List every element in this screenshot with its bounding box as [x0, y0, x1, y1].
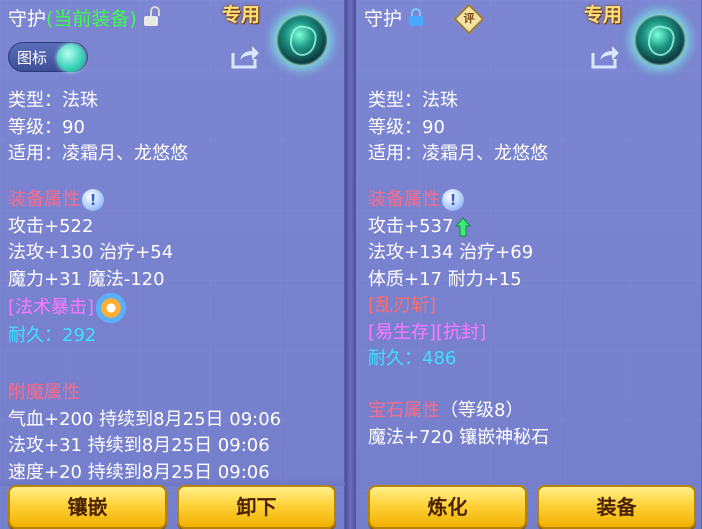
attr-line: 攻击+522 [8, 215, 94, 237]
inlay-button[interactable]: 镶嵌 [8, 485, 167, 529]
skill-red: [乱刃斩] [368, 295, 437, 316]
lock-icon[interactable] [408, 8, 424, 26]
gem-attributes: 宝石属性（等级8） 魔法+720 镶嵌神秘石 [368, 398, 549, 451]
info-icon[interactable]: ! [82, 189, 104, 211]
durability-value: 486 [422, 348, 457, 369]
refine-button[interactable]: 炼化 [368, 485, 527, 529]
equip-attributes: 装备属性! 攻击+522 法攻+130 治疗+54 魔力+31 魔法-120 [… [8, 187, 173, 350]
icon-toggle-label: 图标 [17, 48, 48, 67]
enchant-attributes: 附魔属性 气血+200 持续到8月25日 09:06 法攻+31 持续到8月25… [8, 380, 281, 486]
enchant-title: 附魔属性 [8, 382, 80, 403]
item-type: 类型：法珠 [8, 90, 98, 111]
title-slot: 守护 [364, 7, 403, 30]
item-applies: 适用：凌霜月、龙悠悠 [368, 143, 548, 164]
attr-line: 法攻+134 治疗+69 [368, 242, 534, 263]
compare-equipment-panel: 守护 评 专用 类型：法珠 等级：90 适用：凌霜月、龙悠悠 装备属性! 攻击+… [356, 0, 702, 529]
durability-label: 耐久： [368, 348, 422, 369]
attr-line: 魔力+31 魔法-120 [8, 268, 165, 290]
panel-divider [345, 0, 356, 529]
special-skill: [法术暴击] [8, 297, 95, 318]
item-level: 等级：90 [368, 116, 445, 138]
durability-label: 耐久： [8, 325, 62, 346]
attr-line: 法攻+130 治疗+54 [8, 242, 174, 263]
appraise-icon[interactable]: 评 [453, 3, 485, 35]
up-arrow-icon [455, 216, 472, 236]
gem-line: 魔法+720 镶嵌神秘石 [368, 426, 550, 448]
appraise-label: 评 [463, 12, 475, 25]
current-equipment-panel: 守护 (当前装备) 专用 图标 类型：法珠 等级：90 适用：凌霜月、龙悠悠 装… [0, 0, 345, 529]
enchant-line: 法攻+31 持续到8月25日 09:06 [8, 435, 270, 456]
info-icon[interactable]: ! [442, 189, 464, 211]
item-applies: 适用：凌霜月、龙悠悠 [8, 143, 188, 164]
equip-attributes: 装备属性! 攻击+537 法攻+134 治疗+69 体质+17 耐力+15 [乱… [368, 187, 533, 373]
item-basic-info: 类型：法珠 等级：90 适用：凌霜月、龙悠悠 [8, 88, 188, 168]
title-current-tag: (当前装备) [46, 7, 137, 30]
item-basic-info: 类型：法珠 等级：90 适用：凌霜月、龙悠悠 [368, 88, 548, 168]
gem-title: 宝石属性 [368, 400, 440, 421]
icon-toggle[interactable]: 图标 [8, 42, 88, 72]
item-type: 类型：法珠 [368, 90, 458, 111]
gem-level: （等级8） [440, 400, 524, 421]
attr-line: 攻击+537 [368, 215, 454, 237]
special-skills: [易生存][抗封] [368, 321, 487, 343]
swirl-skill-icon[interactable] [96, 293, 127, 323]
equipment-orb-icon [634, 14, 686, 66]
equip-button[interactable]: 装备 [537, 485, 696, 529]
item-level: 等级：90 [8, 116, 85, 138]
equip-attr-title: 装备属性 [368, 189, 440, 210]
share-icon[interactable] [590, 44, 620, 70]
exclusive-tag: 专用 [222, 4, 261, 26]
panel-title: 守护 [364, 4, 424, 30]
lock-open-icon[interactable] [143, 6, 160, 26]
title-slot: 守护 [8, 7, 47, 30]
exclusive-tag: 专用 [584, 4, 623, 26]
unequip-button[interactable]: 卸下 [177, 485, 336, 529]
durability-value: 292 [62, 325, 97, 346]
attr-line: 体质+17 耐力+15 [368, 268, 522, 290]
equip-attr-title: 装备属性 [8, 189, 80, 210]
toggle-knob [57, 44, 85, 72]
share-icon[interactable] [230, 44, 260, 70]
equipment-orb-icon [276, 14, 328, 66]
enchant-line: 气血+200 持续到8月25日 09:06 [8, 408, 282, 430]
panel-title: 守护 (当前装备) [8, 4, 160, 30]
